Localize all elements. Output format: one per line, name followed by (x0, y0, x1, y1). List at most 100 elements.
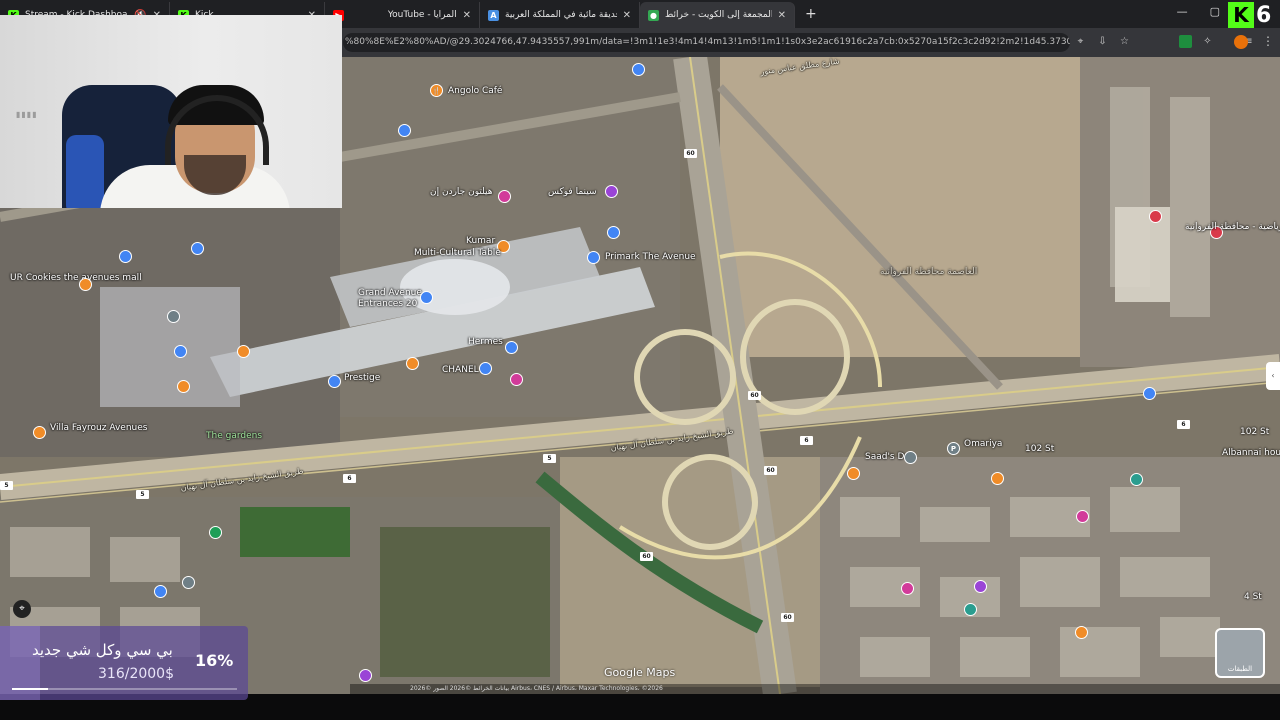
place-pin-icon[interactable] (1130, 473, 1143, 486)
shopping-pin-icon[interactable] (587, 251, 600, 264)
shopping-pin-icon[interactable] (479, 362, 492, 375)
screen: K Stream - Kick Dashboard 🔇 ✕ K Kick ✕ ▶… (0, 0, 1280, 720)
place-label[interactable]: Kumar (466, 236, 495, 246)
collapse-panel-chevron-icon[interactable]: ‹ (1266, 362, 1280, 390)
shopping-pin-icon[interactable] (328, 375, 341, 388)
extension-green-icon[interactable] (1179, 35, 1192, 48)
kick-logo-number: 6 (1256, 2, 1272, 28)
tab-title: أكبر حديقة مائية في المملكة العربية (505, 10, 617, 20)
restaurant-pin-icon[interactable] (237, 345, 250, 358)
highway-shield: 6 (343, 474, 356, 483)
place-label[interactable]: Albannai house (1222, 448, 1280, 458)
tab-google-maps[interactable]: ● المجمعة إلى الكويت - خرائط Google ✕ (640, 2, 795, 28)
shopping-pin-icon[interactable] (505, 341, 518, 354)
goal-progress-bar-fill (12, 688, 48, 690)
place-label[interactable]: Omariya (964, 439, 1002, 449)
place-label[interactable]: Grand Avenue (358, 288, 422, 298)
new-tab-button[interactable]: + (795, 6, 827, 28)
restaurant-pin-icon[interactable] (33, 426, 46, 439)
shopping-pin-icon[interactable] (607, 226, 620, 239)
landmark-pin-icon[interactable] (1149, 210, 1162, 223)
restaurant-pin-icon[interactable] (406, 357, 419, 370)
map-attribution: بيانات الخرائط ©2026 الصور ©2026 Airbus،… (350, 684, 1280, 694)
place-label[interactable]: CHANEL (442, 365, 479, 375)
place-pin-icon[interactable] (974, 580, 987, 593)
tab-title: المجمعة إلى الكويت - خرائط Google (665, 10, 772, 20)
goal-amount: 316/2000$ (98, 666, 174, 682)
install-icon[interactable]: ⇩ (1096, 35, 1109, 48)
webcam-overlay: ▮▮▮▮ (0, 15, 342, 208)
close-icon[interactable]: ✕ (623, 10, 631, 21)
street-label: 102 St (1240, 427, 1270, 437)
area-label: العاصمة محافظة الفروانية (880, 267, 978, 277)
street-label: 4 St (1244, 592, 1262, 602)
webcam-tag: ▮▮▮▮ (16, 110, 38, 119)
layers-button[interactable]: الطبقات (1215, 628, 1265, 678)
shopping-pin-icon[interactable] (420, 291, 433, 304)
place-pin-icon[interactable] (359, 669, 372, 682)
highway-shield: 60 (684, 149, 697, 158)
highway-shield: 5 (543, 454, 556, 463)
restaurant-pin-icon[interactable] (847, 467, 860, 480)
highway-shield: 5 (136, 490, 149, 499)
highway-shield: 5 (0, 481, 13, 490)
kick-logo-icon: K (1228, 2, 1254, 28)
hotel-pin-icon[interactable] (498, 190, 511, 203)
cinema-pin-icon[interactable] (605, 185, 618, 198)
location-icon[interactable]: ⌖ (1074, 35, 1087, 48)
shopping-pin-icon[interactable] (398, 124, 411, 137)
kick-logo: K 6 (1228, 2, 1271, 28)
restaurant-pin-icon[interactable]: 🍴 (430, 84, 443, 97)
shopping-pin-icon[interactable] (1143, 387, 1156, 400)
profile-avatar[interactable] (1234, 35, 1248, 49)
shopping-pin-icon[interactable] (119, 250, 132, 263)
parking-pin-icon[interactable]: P (947, 442, 960, 455)
highway-shield: 60 (781, 613, 794, 622)
place-pin-icon[interactable] (1076, 510, 1089, 523)
place-label[interactable]: The gardens (206, 431, 262, 441)
menu-dots-icon[interactable]: ⋮ (1262, 34, 1274, 48)
extensions-puzzle-icon[interactable]: ✧ (1201, 35, 1214, 48)
place-pin-icon[interactable] (964, 603, 977, 616)
close-icon[interactable]: ✕ (463, 10, 471, 21)
minimize-icon[interactable]: — (1177, 5, 1188, 18)
highway-shield: 60 (764, 466, 777, 475)
place-pin-icon[interactable] (904, 451, 917, 464)
goal-progress-bar (12, 688, 237, 690)
restaurant-pin-icon[interactable] (177, 380, 190, 393)
street-label: 102 St (1025, 444, 1055, 454)
highway-shield: 6 (1177, 420, 1190, 429)
highway-shield: 6 (800, 436, 813, 445)
place-label[interactable]: الرياضية - محافظة الفروانية (1185, 222, 1280, 232)
shopping-pin-icon[interactable] (174, 345, 187, 358)
tab-youtube[interactable]: ▶ YouTube - المرايا ✕ (325, 2, 480, 28)
place-pin-icon[interactable] (510, 373, 523, 386)
bookmark-star-icon[interactable]: ☆ (1118, 35, 1131, 48)
place-label[interactable]: سينما فوكس (548, 187, 597, 197)
place-label[interactable]: هيلتون جاردن إن (430, 187, 493, 197)
place-label[interactable]: Villa Fayrouz Avenues (50, 423, 147, 433)
place-pin-icon[interactable] (209, 526, 222, 539)
tab-waterpark[interactable]: A أكبر حديقة مائية في المملكة العربية ✕ (480, 2, 640, 28)
place-pin-icon[interactable] (182, 576, 195, 589)
place-label[interactable]: Hermes (468, 337, 503, 347)
close-icon[interactable]: ✕ (778, 10, 786, 21)
shopping-pin-icon[interactable] (191, 242, 204, 255)
place-pin-icon[interactable] (167, 310, 180, 323)
goal-title: بي سي وكل شي جديد (32, 641, 173, 659)
place-label[interactable]: Angolo Café (448, 86, 502, 96)
place-label[interactable]: Primark The Avenue (605, 252, 696, 262)
place-label[interactable]: Multi-Cultural Table (414, 248, 501, 258)
restaurant-pin-icon[interactable] (79, 278, 92, 291)
url-field[interactable]: %80%8E%E2%80%AD/@29.3024766,47.9435557,9… (343, 33, 1070, 52)
my-location-icon[interactable]: ⌖ (13, 600, 31, 618)
maximize-icon[interactable]: ▢ (1210, 5, 1220, 18)
restaurant-pin-icon[interactable] (1075, 626, 1088, 639)
place-label[interactable]: Prestige (344, 373, 380, 383)
shopping-pin-icon[interactable] (154, 585, 167, 598)
restaurant-pin-icon[interactable] (991, 472, 1004, 485)
place-label[interactable]: UR Cookies the avenues mall (10, 273, 142, 283)
place-pin-icon[interactable] (901, 582, 914, 595)
place-label[interactable]: Entrances 20 (358, 299, 417, 309)
shopping-pin-icon[interactable] (632, 63, 645, 76)
